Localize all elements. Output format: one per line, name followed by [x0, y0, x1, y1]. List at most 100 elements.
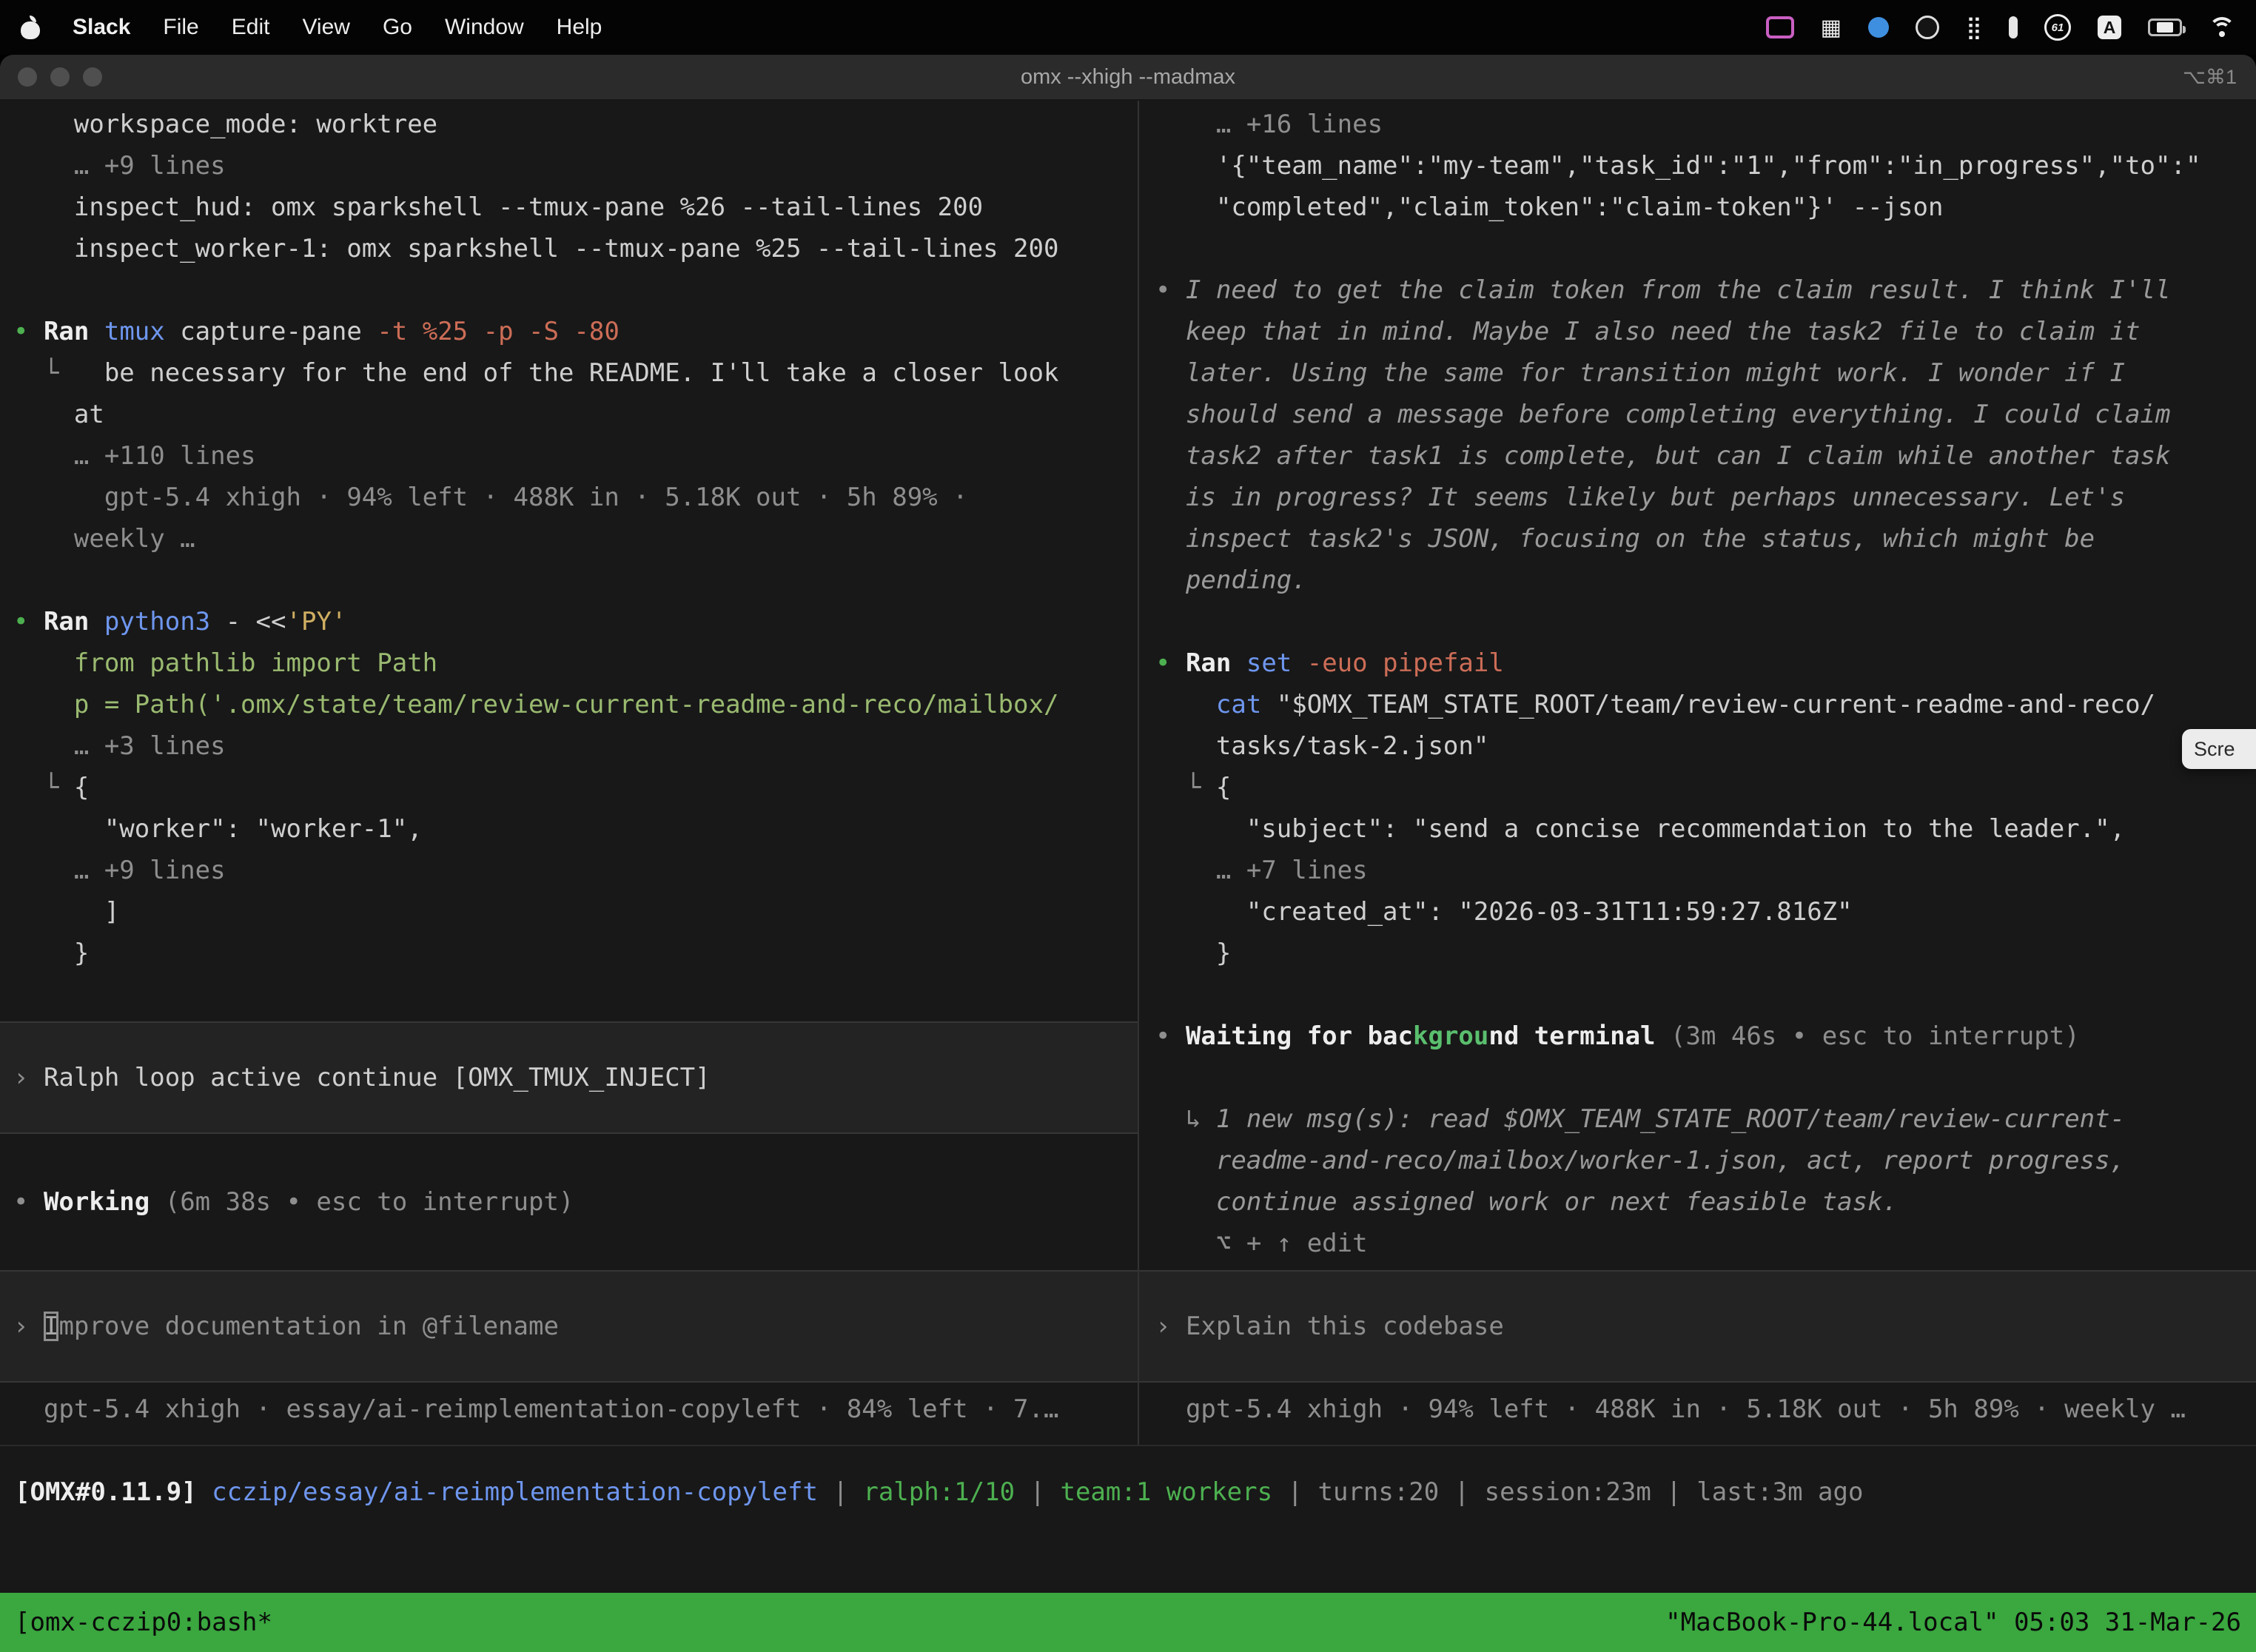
- text-segment: session:23m: [1485, 1477, 1651, 1507]
- text-segment: should send a message before completing …: [1155, 400, 2170, 429]
- text-segment: cat: [1216, 690, 1277, 719]
- text-segment: be necessary for the end of the README. …: [104, 358, 1059, 388]
- terminal-line: task2 after task1 is complete, but can I…: [1155, 435, 2256, 477]
- terminal-line: [13, 560, 1138, 601]
- terminal-line: [1155, 974, 2256, 1015]
- close-button[interactable]: [18, 67, 37, 87]
- terminal-line: '{"team_name":"my-team","task_id":"1","f…: [1155, 145, 2256, 187]
- omx-status-line: [OMX#0.11.9] cczip/essay/ai-reimplementa…: [15, 1471, 1863, 1513]
- text-segment: capture-pane: [180, 317, 377, 346]
- text-segment: gpt-5.4 xhigh · 94% left · 488K in · 5.1…: [13, 483, 968, 512]
- prompt-input-left[interactable]: › Improve documentation in @filename: [0, 1270, 1138, 1383]
- text-segment: |: [1015, 1477, 1060, 1507]
- text-segment: inspect task2's JSON, focusing on the st…: [1155, 524, 2095, 554]
- text-segment: python3: [104, 607, 226, 637]
- text-segment: turns:20: [1317, 1477, 1439, 1507]
- screen-recording-icon[interactable]: [1766, 16, 1794, 38]
- window-shortcut: ⌥⌘1: [2183, 66, 2237, 89]
- terminal-line: pending.: [1155, 560, 2256, 601]
- terminal-line: weekly …: [13, 518, 1138, 560]
- text-segment: tasks/task-2.json": [1155, 731, 1488, 761]
- text-segment: |: [1651, 1477, 1696, 1507]
- terminal-line: … +9 lines: [13, 145, 1138, 187]
- menu-edit[interactable]: Edit: [232, 15, 270, 40]
- terminal-line: is in progress? It seems likely but perh…: [1155, 477, 2256, 518]
- text-segment: … +16 lines: [1155, 110, 1383, 139]
- menu-window[interactable]: Window: [445, 15, 524, 40]
- terminal-line: • Ran python3 - <<'PY': [13, 601, 1138, 642]
- text-segment: •: [13, 1187, 44, 1217]
- text-segment: |: [818, 1477, 863, 1507]
- text-segment: [197, 1477, 212, 1507]
- text-segment: }: [13, 939, 89, 968]
- battery-icon[interactable]: [2148, 19, 2182, 36]
- menu-help[interactable]: Help: [557, 15, 602, 40]
- app-menu-slack[interactable]: Slack: [73, 15, 130, 40]
- prompt-input-right[interactable]: › Explain this codebase: [1139, 1270, 2256, 1383]
- text-segment: Waiting for bac: [1186, 1021, 1413, 1051]
- input-source-icon[interactable]: A: [2098, 16, 2121, 39]
- menu-bar: Slack File Edit View Go Window Help ▦ ⣿ 61 A: [0, 0, 2256, 55]
- terminal-line: [13, 1140, 1138, 1181]
- terminal-line: gpt-5.4 xhigh · 94% left · 488K in · 5.1…: [1155, 1389, 2256, 1430]
- wifi-icon[interactable]: [2209, 17, 2235, 38]
- text-segment: … +9 lines: [13, 856, 226, 885]
- text-segment: 'PY': [286, 607, 347, 637]
- blue-app-icon[interactable]: [1868, 17, 1889, 38]
- text-segment: Ran: [44, 607, 104, 637]
- terminal-line: }: [13, 933, 1138, 974]
- left-pane[interactable]: workspace_mode: worktree … +9 lines insp…: [0, 101, 1139, 1445]
- apple-menu-icon[interactable]: [21, 16, 40, 39]
- zoom-button[interactable]: [83, 67, 102, 87]
- text-segment: - <<: [226, 607, 286, 637]
- text-segment: ralph:1/10: [863, 1477, 1015, 1507]
- text-segment: •: [13, 607, 44, 637]
- text-segment: }: [1155, 939, 1231, 968]
- menu-bar-left: Slack File Edit View Go Window Help: [21, 15, 602, 40]
- text-segment: ›: [1155, 1312, 1186, 1341]
- window-title: omx --xhigh --madmax: [1021, 65, 1235, 90]
- dark-app-icon[interactable]: [1916, 16, 1939, 39]
- menu-go[interactable]: Go: [383, 15, 412, 40]
- terminal-line: [13, 269, 1138, 311]
- text-segment: keep that in mind. Maybe I also need the…: [1155, 317, 2141, 346]
- battery-gauge-icon[interactable]: 61: [2044, 14, 2071, 41]
- text-segment: '{"team_name":"my-team","task_id":"1","f…: [1155, 151, 2200, 181]
- text-segment: I need to get the claim token from the c…: [1186, 275, 2171, 305]
- terminal-line: later. Using the same for transition mig…: [1155, 352, 2256, 394]
- menu-view[interactable]: View: [302, 15, 349, 40]
- terminal-line: inspect task2's JSON, focusing on the st…: [1155, 518, 2256, 560]
- terminal-line: [1155, 228, 2256, 269]
- window-titlebar[interactable]: omx --xhigh --madmax ⌥⌘1: [0, 55, 2256, 101]
- menu-file[interactable]: File: [163, 15, 198, 40]
- text-segment: Explain this codebase: [1186, 1312, 1504, 1341]
- band-text: › Improve documentation in @filename: [13, 1306, 559, 1347]
- text-segment: workspace_mode: worktree: [13, 110, 437, 139]
- text-segment: team:1 workers: [1060, 1477, 1272, 1507]
- minimize-button[interactable]: [50, 67, 70, 87]
- queued-message-band: › Ralph loop active continue [OMX_TMUX_I…: [0, 1021, 1138, 1134]
- window-grid-icon[interactable]: ▦: [1821, 15, 1842, 41]
- terminal-line: └ {: [13, 767, 1138, 808]
- band-text: › Explain this codebase: [1155, 1306, 1504, 1347]
- text-segment: |: [1272, 1477, 1317, 1507]
- terminal-line: … +16 lines: [1155, 104, 2256, 145]
- key-icon[interactable]: [2009, 16, 2018, 38]
- terminal-line: inspect_worker-1: omx sparkshell --tmux-…: [13, 228, 1138, 269]
- terminal-line: p = Path('.omx/state/team/review-current…: [13, 684, 1138, 725]
- terminal-line: readme-and-reco/mailbox/worker-1.json, a…: [1155, 1140, 2256, 1181]
- text-segment: "created_at": "2026-03-31T11:59:27.816Z": [1155, 897, 1853, 927]
- text-segment: nd terminal: [1488, 1021, 1671, 1051]
- text-segment: cczip/essay/ai-reimplementation-copyleft: [212, 1477, 818, 1507]
- right-pane[interactable]: … +16 lines '{"team_name":"my-team","tas…: [1139, 101, 2256, 1445]
- text-segment: readme-and-reco/mailbox/worker-1.json, a…: [1155, 1146, 2125, 1175]
- terminal-line: • Ran set -euo pipefail: [1155, 642, 2256, 684]
- tmux-host-time: "MacBook-Pro-44.local" 05:03 31-Mar-26: [1665, 1608, 2241, 1637]
- tmux-panes: workspace_mode: worktree … +9 lines insp…: [0, 101, 2256, 1445]
- text-segment: kgrou: [1413, 1021, 1488, 1051]
- apps-grid-icon[interactable]: ⣿: [1966, 15, 1982, 41]
- text-segment: •: [1155, 648, 1186, 678]
- text-segment: -euo pipefail: [1307, 648, 1504, 678]
- text-segment: at: [13, 400, 104, 429]
- terminal-line: "created_at": "2026-03-31T11:59:27.816Z": [1155, 891, 2256, 933]
